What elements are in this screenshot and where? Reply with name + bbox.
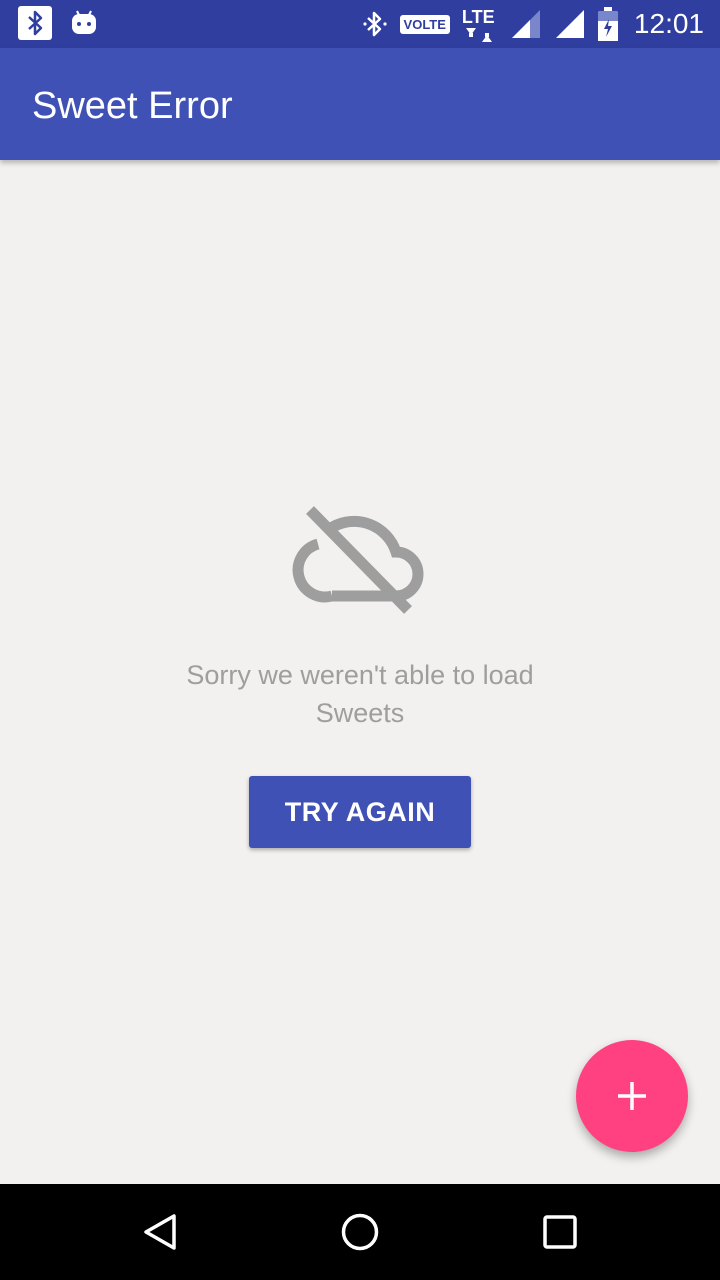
lte-label: LTE (461, 7, 495, 27)
volte-badge: VOLTE (399, 14, 450, 34)
bluetooth-notification-icon (18, 6, 52, 40)
error-state: Sorry we weren't able to load Sweets TRY… (0, 160, 720, 1184)
bluetooth-icon (362, 9, 388, 39)
signal-icon (510, 8, 542, 40)
signal-icon-secondary (554, 8, 586, 40)
status-bar: VOLTE LTE 12:01 (0, 0, 720, 48)
home-icon (340, 1212, 380, 1252)
android-icon (70, 6, 98, 40)
page-title: Sweet Error (32, 85, 233, 127)
cloud-off-icon (288, 506, 432, 619)
recents-button[interactable] (536, 1208, 584, 1256)
try-again-button[interactable]: TRY AGAIN (249, 776, 471, 848)
navigation-bar (0, 1184, 720, 1280)
status-clock: 12:01 (633, 8, 704, 39)
home-button[interactable] (336, 1208, 384, 1256)
recents-icon (542, 1214, 578, 1250)
lte-icon: LTE (462, 4, 498, 44)
status-bar-notifications (18, 6, 98, 40)
battery-icon (597, 7, 618, 41)
add-fab-button[interactable] (576, 1040, 688, 1152)
back-button[interactable] (136, 1208, 184, 1256)
plus-icon (617, 1081, 647, 1111)
back-icon (142, 1213, 178, 1251)
app-bar: Sweet Error (0, 48, 720, 160)
status-bar-system: VOLTE LTE 12:01 (362, 0, 704, 48)
error-message: Sorry we weren't able to load Sweets (186, 660, 534, 728)
